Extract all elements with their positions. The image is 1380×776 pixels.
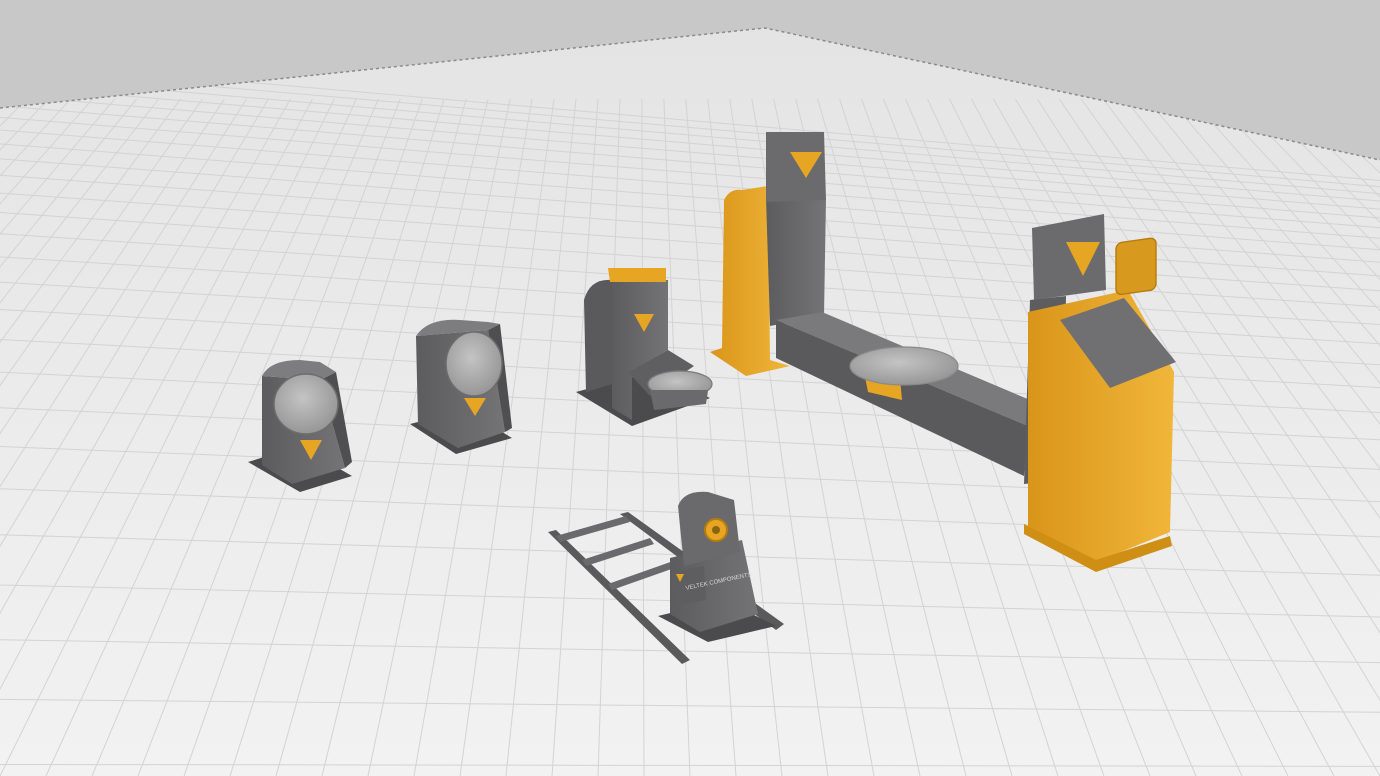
tailstock-door xyxy=(1115,237,1157,296)
scene-canvas[interactable]: VELTEK COMPONENTS xyxy=(0,0,1380,776)
column-back xyxy=(584,279,612,392)
tailstock-top-box xyxy=(1032,214,1106,300)
faceplate xyxy=(849,346,959,386)
tilt-positioner-medium[interactable] xyxy=(410,319,512,454)
headstock-top-box xyxy=(766,132,826,202)
headstock-column xyxy=(766,198,826,326)
3d-viewport[interactable]: VELTEK COMPONENTS xyxy=(0,0,1380,776)
faceplate xyxy=(273,373,339,435)
motor-hub xyxy=(712,526,720,534)
column-yellow-top xyxy=(608,268,666,282)
faceplate xyxy=(445,331,503,397)
